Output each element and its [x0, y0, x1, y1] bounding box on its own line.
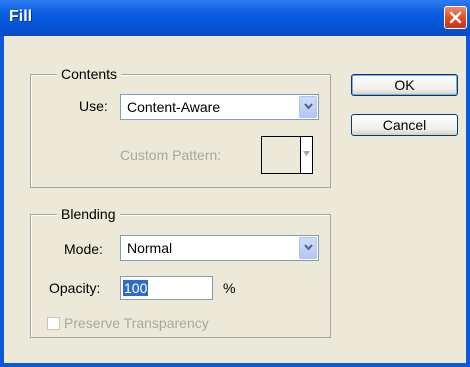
mode-label: Mode:: [64, 241, 103, 257]
chevron-down-icon: [304, 244, 313, 251]
use-label: Use:: [79, 98, 108, 114]
preserve-transparency-checkbox[interactable]: [47, 317, 60, 330]
dialog-title: Fill: [9, 8, 33, 25]
opacity-input[interactable]: 100: [120, 276, 213, 300]
opacity-value: 100: [123, 280, 149, 296]
opacity-label: Opacity:: [49, 280, 101, 296]
blending-group-label: Blending: [57, 206, 120, 222]
opacity-unit: %: [223, 280, 236, 296]
cancel-button[interactable]: Cancel: [351, 114, 458, 136]
close-button[interactable]: [444, 6, 467, 29]
custom-pattern-picker[interactable]: [261, 136, 313, 174]
close-icon: [449, 11, 462, 24]
contents-group-label: Contents: [57, 66, 122, 82]
preserve-transparency-label[interactable]: Preserve Transparency: [64, 315, 209, 331]
ok-button[interactable]: OK: [351, 74, 458, 96]
mode-select-value: Normal: [127, 240, 173, 256]
mode-dropdown-button[interactable]: [299, 237, 317, 259]
pattern-swatch: [262, 137, 301, 173]
titlebar[interactable]: Fill: [0, 0, 470, 36]
chevron-down-icon: [303, 151, 310, 156]
chevron-down-icon: [304, 103, 313, 110]
mode-select[interactable]: Normal: [120, 235, 319, 261]
use-select-value: Content-Aware: [127, 99, 221, 115]
use-dropdown-button[interactable]: [299, 96, 317, 118]
custom-pattern-label: Custom Pattern:: [120, 147, 222, 163]
dialog-body: Contents Use: Content-Aware Custom Patte…: [4, 36, 466, 363]
use-select[interactable]: Content-Aware: [120, 94, 319, 120]
fill-dialog: Fill Contents Use: Content-Aware Custom …: [0, 0, 470, 367]
